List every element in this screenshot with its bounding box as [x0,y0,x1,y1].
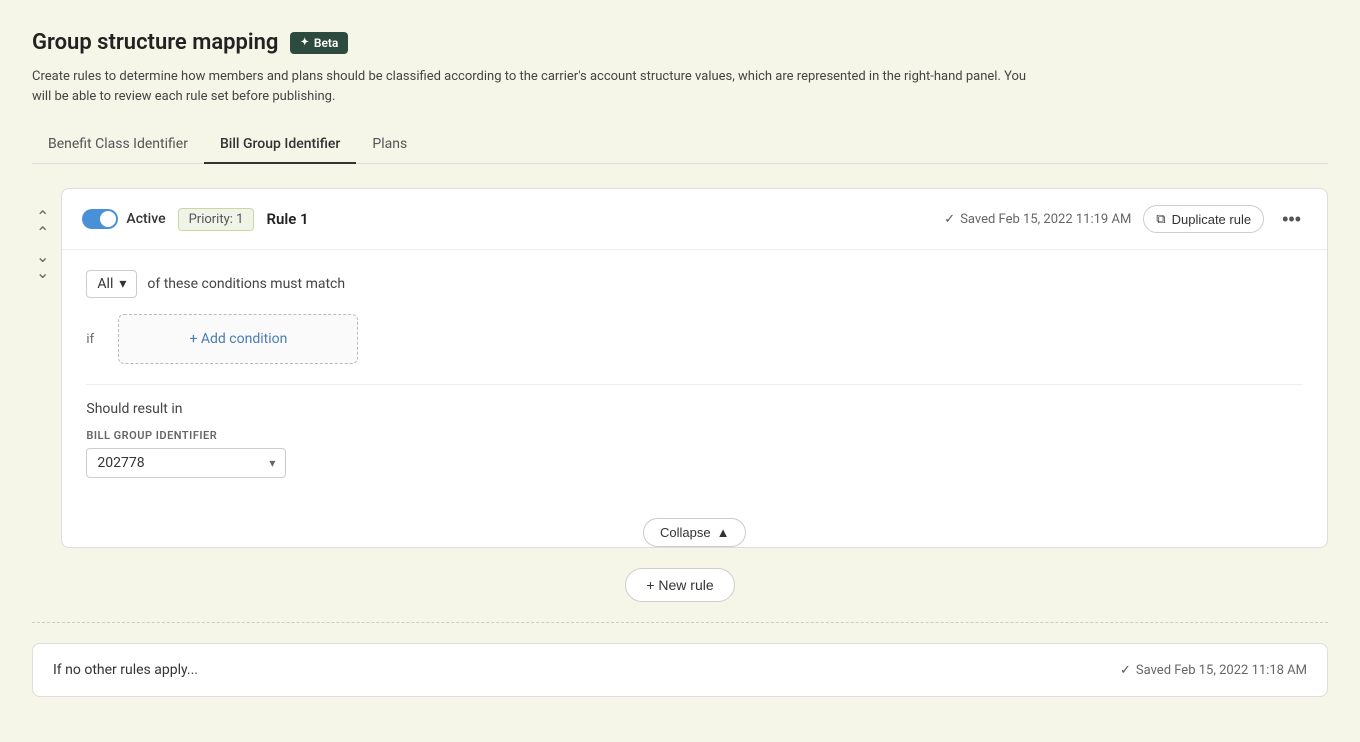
fallback-saved-indicator: ✓ Saved Feb 15, 2022 11:18 AM [1120,663,1307,678]
toggle-container: Active [82,209,165,229]
rule-header: Active Priority: 1 Rule 1 ✓ Saved Feb 15… [62,189,1327,250]
main-content: ⌃⌃ ⌄⌄ Active Priority: 1 Rule 1 ✓ Saved … [32,188,1328,548]
new-rule-button[interactable]: + New rule [625,568,734,602]
bill-group-select[interactable]: 202778 ▾ [86,448,286,478]
new-rule-container: + New rule [32,568,1328,602]
should-result-label: Should result in [86,401,1303,417]
reorder-up-button[interactable]: ⌃⌃ [32,208,53,244]
collapse-button[interactable]: Collapse ▲ [643,518,746,547]
duplicate-label: Duplicate rule [1172,212,1252,227]
fallback-check-icon: ✓ [1120,663,1131,678]
section-divider-2 [32,622,1328,623]
reorder-controls: ⌃⌃ ⌄⌄ [32,188,53,284]
tab-benefit-class[interactable]: Benefit Class Identifier [32,126,204,164]
duplicate-rule-button[interactable]: ⧉ Duplicate rule [1143,205,1264,233]
collapse-label: Collapse [660,525,711,540]
select-arrow-icon: ▾ [269,456,275,470]
fallback-card: If no other rules apply... ✓ Saved Feb 1… [32,643,1328,697]
bill-group-value: 202778 [97,455,144,471]
toggle-label: Active [126,211,165,227]
all-dropdown[interactable]: All ▾ [86,270,137,298]
active-toggle[interactable] [82,209,118,229]
section-divider [86,384,1303,385]
page-title: Group structure mapping [32,30,278,55]
priority-badge: Priority: 1 [178,208,255,231]
beta-badge: Beta [290,32,348,54]
if-label: if [86,332,106,347]
field-label: BILL GROUP IDENTIFIER [86,429,1303,442]
collapse-btn-container: Collapse ▲ [62,518,1327,547]
rule-card: Active Priority: 1 Rule 1 ✓ Saved Feb 15… [61,188,1328,548]
condition-text: of these conditions must match [147,276,345,292]
rule-name: Rule 1 [266,210,308,228]
tab-plans[interactable]: Plans [356,126,423,164]
tab-bill-group[interactable]: Bill Group Identifier [204,126,356,164]
new-rule-label: + New rule [646,577,713,593]
copy-icon: ⧉ [1156,211,1165,227]
page-description: Create rules to determine how members an… [32,67,1032,106]
condition-row: if + Add condition [86,314,1303,364]
reorder-down-button[interactable]: ⌄⌄ [32,248,53,284]
all-label: All [97,276,113,292]
fallback-text: If no other rules apply... [53,662,198,678]
tabs-container: Benefit Class Identifier Bill Group Iden… [32,126,1328,164]
rule-header-actions: ✓ Saved Feb 15, 2022 11:19 AM ⧉ Duplicat… [944,205,1307,233]
condition-header: All ▾ of these conditions must match [86,270,1303,298]
add-condition-label: + Add condition [189,331,287,347]
saved-text: Saved Feb 15, 2022 11:19 AM [960,212,1131,227]
page-header: Group structure mapping Beta [32,30,1328,55]
fallback-saved-text: Saved Feb 15, 2022 11:18 AM [1136,663,1307,678]
check-icon: ✓ [944,212,955,227]
chevron-up-icon: ▲ [717,525,730,540]
should-result-section: Should result in BILL GROUP IDENTIFIER 2… [86,384,1303,478]
more-options-button[interactable]: ••• [1276,207,1307,232]
saved-indicator: ✓ Saved Feb 15, 2022 11:19 AM [944,212,1131,227]
dropdown-arrow: ▾ [119,276,126,292]
add-condition-button[interactable]: + Add condition [118,314,358,364]
rule-body: All ▾ of these conditions must match if … [62,250,1327,498]
